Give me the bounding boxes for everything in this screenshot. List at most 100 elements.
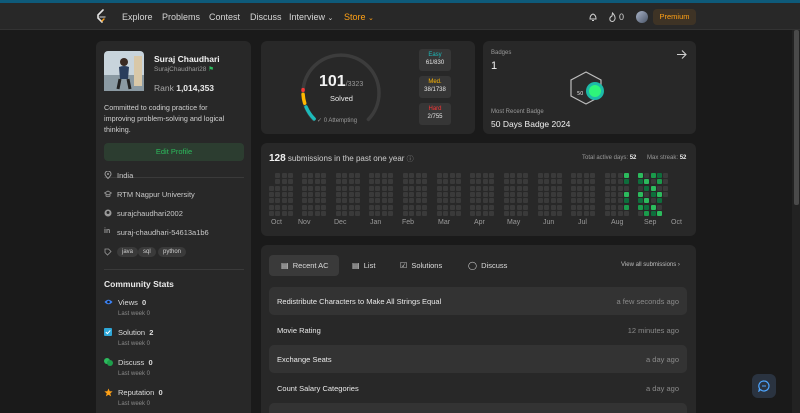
heatmap-cell[interactable] [437, 204, 442, 210]
heatmap-cell[interactable] [605, 179, 610, 185]
heatmap-cell[interactable] [269, 204, 274, 210]
heatmap-cell[interactable] [656, 179, 662, 185]
heatmap-cell[interactable] [403, 185, 408, 191]
heatmap-cell[interactable] [556, 198, 562, 204]
heatmap-cell[interactable] [577, 173, 583, 178]
heatmap-cell[interactable] [336, 204, 341, 210]
heatmap-cell[interactable] [275, 185, 281, 191]
heatmap-cell[interactable] [571, 198, 576, 204]
heatmap-cell[interactable] [510, 179, 516, 185]
heatmap-cell[interactable] [589, 185, 595, 191]
heatmap-cell[interactable] [522, 210, 528, 216]
heatmap-cell[interactable] [369, 185, 374, 191]
heatmap-cell[interactable] [510, 191, 516, 197]
heatmap-cell[interactable] [403, 198, 408, 204]
heatmap-cell[interactable] [275, 173, 281, 178]
heatmap-cell[interactable] [369, 173, 374, 178]
heatmap-cell[interactable] [336, 173, 341, 178]
heatmap-cell[interactable] [320, 210, 326, 216]
heatmap-cell[interactable] [476, 204, 482, 210]
heatmap-cell[interactable] [556, 185, 562, 191]
heatmap-cell[interactable] [308, 191, 314, 197]
heatmap-cell[interactable] [342, 173, 348, 178]
heatmap-cell[interactable] [638, 210, 643, 216]
heatmap-cell[interactable] [455, 179, 461, 185]
heatmap-cell[interactable] [656, 185, 662, 191]
heatmap-cell[interactable] [663, 179, 669, 185]
tab-solutions[interactable]: ☑ Solutions [400, 255, 442, 276]
skill-tag[interactable]: java [117, 247, 139, 257]
heatmap-cell[interactable] [449, 198, 455, 204]
heatmap-cell[interactable] [470, 210, 475, 216]
heatmap-cell[interactable] [623, 185, 629, 191]
heatmap-cell[interactable] [583, 204, 589, 210]
heatmap-cell[interactable] [375, 179, 381, 185]
heatmap-cell[interactable] [488, 198, 494, 204]
view-all-submissions-link[interactable]: View all submissions › [621, 262, 680, 268]
heatmap-cell[interactable] [589, 204, 595, 210]
heatmap-cell[interactable] [605, 185, 610, 191]
heatmap-cell[interactable] [488, 204, 494, 210]
heatmap-cell[interactable] [605, 198, 610, 204]
premium-button[interactable]: Premium [653, 9, 696, 25]
heatmap-cell[interactable] [556, 210, 562, 216]
heatmap-cell[interactable] [663, 173, 669, 178]
heatmap-cell[interactable] [583, 173, 589, 178]
heatmap-cell[interactable] [476, 173, 482, 178]
heatmap-cell[interactable] [516, 210, 522, 216]
heatmap-cell[interactable] [308, 185, 314, 191]
heatmap-cell[interactable] [510, 210, 516, 216]
heatmap-cell[interactable] [269, 185, 274, 191]
heatmap-cell[interactable] [281, 191, 287, 197]
heatmap-cell[interactable] [656, 198, 662, 204]
heatmap-cell[interactable] [275, 179, 281, 185]
heatmap-cell[interactable] [589, 173, 595, 178]
heatmap-cell[interactable] [550, 210, 556, 216]
heatmap-cell[interactable] [415, 173, 421, 178]
heatmap-cell[interactable] [638, 185, 643, 191]
edit-profile-button[interactable]: Edit Profile [104, 143, 244, 161]
heatmap-cell[interactable] [455, 204, 461, 210]
heatmap-cell[interactable] [421, 185, 427, 191]
heatmap-cell[interactable] [611, 198, 617, 204]
heatmap-cell[interactable] [342, 198, 348, 204]
heatmap-cell[interactable] [409, 204, 415, 210]
heatmap-cell[interactable] [538, 204, 543, 210]
heatmap-cell[interactable] [544, 179, 550, 185]
heatmap-cell[interactable] [287, 210, 293, 216]
heatmap-cell[interactable] [308, 210, 314, 216]
heatmap-cell[interactable] [583, 210, 589, 216]
profile-github[interactable]: surajchaudhari2002 [117, 209, 183, 218]
heatmap-cell[interactable] [443, 179, 449, 185]
heatmap-cell[interactable] [421, 191, 427, 197]
heatmap-cell[interactable] [656, 210, 662, 216]
profile-linkedin[interactable]: suraj-chaudhari-54613a1b6 [117, 228, 209, 237]
heatmap-cell[interactable] [409, 185, 415, 191]
heatmap-cell[interactable] [611, 191, 617, 197]
heatmap-cell[interactable] [516, 191, 522, 197]
heatmap-cell[interactable] [617, 173, 623, 178]
heatmap-cell[interactable] [302, 198, 307, 204]
heatmap-cell[interactable] [516, 179, 522, 185]
heatmap-cell[interactable] [348, 173, 354, 178]
heatmap-cell[interactable] [538, 210, 543, 216]
heatmap-cell[interactable] [275, 198, 281, 204]
heatmap-cell[interactable] [470, 198, 475, 204]
tab-recent-ac[interactable]: ▤ Recent AC [281, 255, 329, 276]
info-icon[interactable]: ⓘ [407, 156, 414, 163]
heatmap-cell[interactable] [369, 179, 374, 185]
heatmap-cell[interactable] [482, 185, 488, 191]
heatmap-cell[interactable] [314, 179, 320, 185]
nav-explore[interactable]: Explore [122, 12, 153, 22]
heatmap-cell[interactable] [403, 191, 408, 197]
heatmap-cell[interactable] [348, 204, 354, 210]
heatmap-cell[interactable] [381, 185, 387, 191]
tab-discuss[interactable]: ◯ Discuss [468, 255, 507, 276]
heatmap-cell[interactable] [550, 204, 556, 210]
leetcode-logo-icon[interactable] [95, 9, 107, 23]
heatmap-cell[interactable] [403, 210, 408, 216]
heatmap-cell[interactable] [354, 191, 360, 197]
heatmap-cell[interactable] [409, 198, 415, 204]
heatmap-cell[interactable] [336, 185, 341, 191]
heatmap-cell[interactable] [522, 191, 528, 197]
